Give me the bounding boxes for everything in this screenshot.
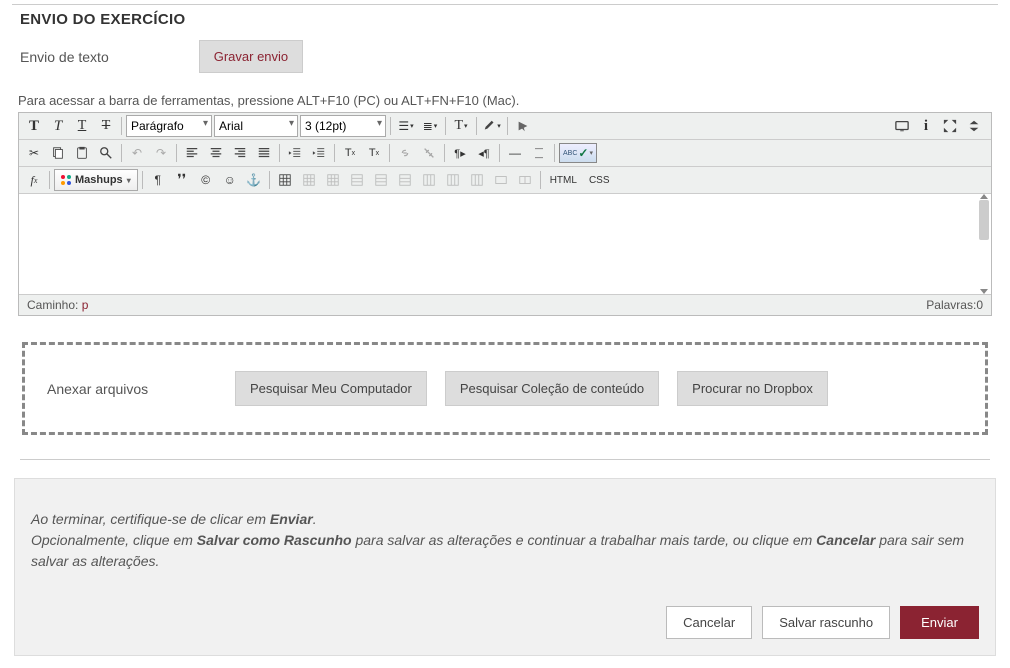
path-display: Caminho: p bbox=[27, 298, 88, 312]
toolbar-row-2: ✂ ↶ ↷ Tx Tx ¶▸ ◂¶ — —— bbox=[19, 140, 991, 167]
align-center-icon[interactable] bbox=[205, 142, 227, 164]
delete-row-icon[interactable] bbox=[394, 169, 416, 191]
indent-icon[interactable] bbox=[308, 142, 330, 164]
browse-content-button[interactable]: Pesquisar Coleção de conteúdo bbox=[445, 371, 659, 406]
show-blocks-icon[interactable]: ¶ bbox=[147, 169, 169, 191]
preview-icon[interactable] bbox=[891, 115, 913, 137]
scroll-up-icon[interactable] bbox=[980, 194, 988, 199]
footer-instructions: Ao terminar, certifique-se de clicar em … bbox=[31, 509, 979, 572]
save-draft-button[interactable]: Salvar rascunho bbox=[762, 606, 890, 639]
font-size-select[interactable]: 3 (12pt) bbox=[300, 115, 386, 137]
emoji-icon[interactable]: ☺ bbox=[219, 169, 241, 191]
attach-files-label: Anexar arquivos bbox=[47, 381, 217, 397]
table-row-props-icon[interactable] bbox=[298, 169, 320, 191]
italic-icon[interactable]: T bbox=[47, 115, 69, 137]
mashups-button[interactable]: Mashups ▾ bbox=[54, 169, 138, 191]
align-left-icon[interactable] bbox=[181, 142, 203, 164]
anchor-icon[interactable]: ⚓ bbox=[243, 169, 265, 191]
merge-cells-icon[interactable] bbox=[490, 169, 512, 191]
redo-icon[interactable]: ↷ bbox=[150, 142, 172, 164]
superscript-icon[interactable]: Tx bbox=[339, 142, 361, 164]
strike-icon[interactable]: T bbox=[95, 115, 117, 137]
number-list-icon[interactable]: ≣▾ bbox=[419, 115, 441, 137]
nbsp-icon[interactable]: —— bbox=[528, 142, 550, 164]
text-submit-label: Envio de texto bbox=[20, 49, 109, 65]
insert-row-before-icon[interactable] bbox=[346, 169, 368, 191]
rtl-icon[interactable]: ◂¶ bbox=[473, 142, 495, 164]
record-submission-button[interactable]: Gravar envio bbox=[199, 40, 303, 73]
spellcheck-button[interactable]: ABC ✓ ▾ bbox=[559, 143, 597, 163]
hr-icon[interactable]: — bbox=[504, 142, 526, 164]
underline-icon[interactable]: T bbox=[71, 115, 93, 137]
undo-icon[interactable]: ↶ bbox=[126, 142, 148, 164]
align-right-icon[interactable] bbox=[229, 142, 251, 164]
scroll-down-icon[interactable] bbox=[980, 289, 988, 294]
font-color-icon[interactable]: T▾ bbox=[450, 115, 472, 137]
copy-icon[interactable] bbox=[47, 142, 69, 164]
outdent-icon[interactable] bbox=[284, 142, 306, 164]
browse-computer-button[interactable]: Pesquisar Meu Computador bbox=[235, 371, 427, 406]
table-cell-props-icon[interactable] bbox=[322, 169, 344, 191]
collapse-icon[interactable] bbox=[963, 115, 985, 137]
editor-status-bar: Caminho: p Palavras:0 bbox=[19, 294, 991, 315]
html-view-button[interactable]: HTML bbox=[545, 169, 582, 191]
divider bbox=[20, 459, 990, 460]
scrollbar[interactable] bbox=[979, 200, 989, 240]
attach-files-dropzone[interactable]: Anexar arquivos Pesquisar Meu Computador… bbox=[22, 342, 988, 435]
toolbar-hint: Para acessar a barra de ferramentas, pre… bbox=[18, 93, 998, 108]
info-icon[interactable]: i bbox=[915, 115, 937, 137]
paste-icon[interactable] bbox=[71, 142, 93, 164]
toolbar-row-3: fx Mashups ▾ ¶ ❜❜ © ☺ ⚓ bbox=[19, 167, 991, 194]
cut-icon[interactable]: ✂ bbox=[23, 142, 45, 164]
align-justify-icon[interactable] bbox=[253, 142, 275, 164]
cancel-button[interactable]: Cancelar bbox=[666, 606, 752, 639]
rich-text-editor: T T T T Parágrafo Arial 3 (12pt) ☰▾ ≣▾ T… bbox=[18, 112, 992, 316]
word-count: Palavras:0 bbox=[926, 298, 983, 312]
subscript-icon[interactable]: Tx bbox=[363, 142, 385, 164]
table-icon[interactable] bbox=[274, 169, 296, 191]
css-view-button[interactable]: CSS bbox=[584, 169, 615, 191]
insert-col-after-icon[interactable] bbox=[442, 169, 464, 191]
blockquote-icon[interactable]: ❜❜ bbox=[171, 169, 193, 191]
path-link[interactable]: p bbox=[82, 298, 89, 312]
block-format-select[interactable]: Parágrafo bbox=[126, 115, 212, 137]
insert-row-after-icon[interactable] bbox=[370, 169, 392, 191]
delete-col-icon[interactable] bbox=[466, 169, 488, 191]
copyright-icon[interactable]: © bbox=[195, 169, 217, 191]
insert-col-before-icon[interactable] bbox=[418, 169, 440, 191]
formula-icon[interactable]: fx bbox=[23, 169, 45, 191]
bold-icon[interactable]: T bbox=[23, 115, 45, 137]
highlight-icon[interactable]: ▾ bbox=[481, 115, 503, 137]
split-cells-icon[interactable] bbox=[514, 169, 536, 191]
submit-footer: Ao terminar, certifique-se de clicar em … bbox=[14, 478, 996, 656]
clear-format-icon[interactable] bbox=[512, 115, 534, 137]
bullet-list-icon[interactable]: ☰▾ bbox=[395, 115, 417, 137]
toolbar-row-1: T T T T Parágrafo Arial 3 (12pt) ☰▾ ≣▾ T… bbox=[19, 113, 991, 140]
submit-button[interactable]: Enviar bbox=[900, 606, 979, 639]
fullscreen-icon[interactable] bbox=[939, 115, 961, 137]
ltr-icon[interactable]: ¶▸ bbox=[449, 142, 471, 164]
section-title: ENVIO DO EXERCÍCIO bbox=[20, 11, 998, 28]
browse-dropbox-button[interactable]: Procurar no Dropbox bbox=[677, 371, 828, 406]
find-icon[interactable] bbox=[95, 142, 117, 164]
font-family-select[interactable]: Arial bbox=[214, 115, 298, 137]
link-icon[interactable] bbox=[394, 142, 416, 164]
editor-content[interactable] bbox=[19, 194, 991, 294]
unlink-icon[interactable] bbox=[418, 142, 440, 164]
